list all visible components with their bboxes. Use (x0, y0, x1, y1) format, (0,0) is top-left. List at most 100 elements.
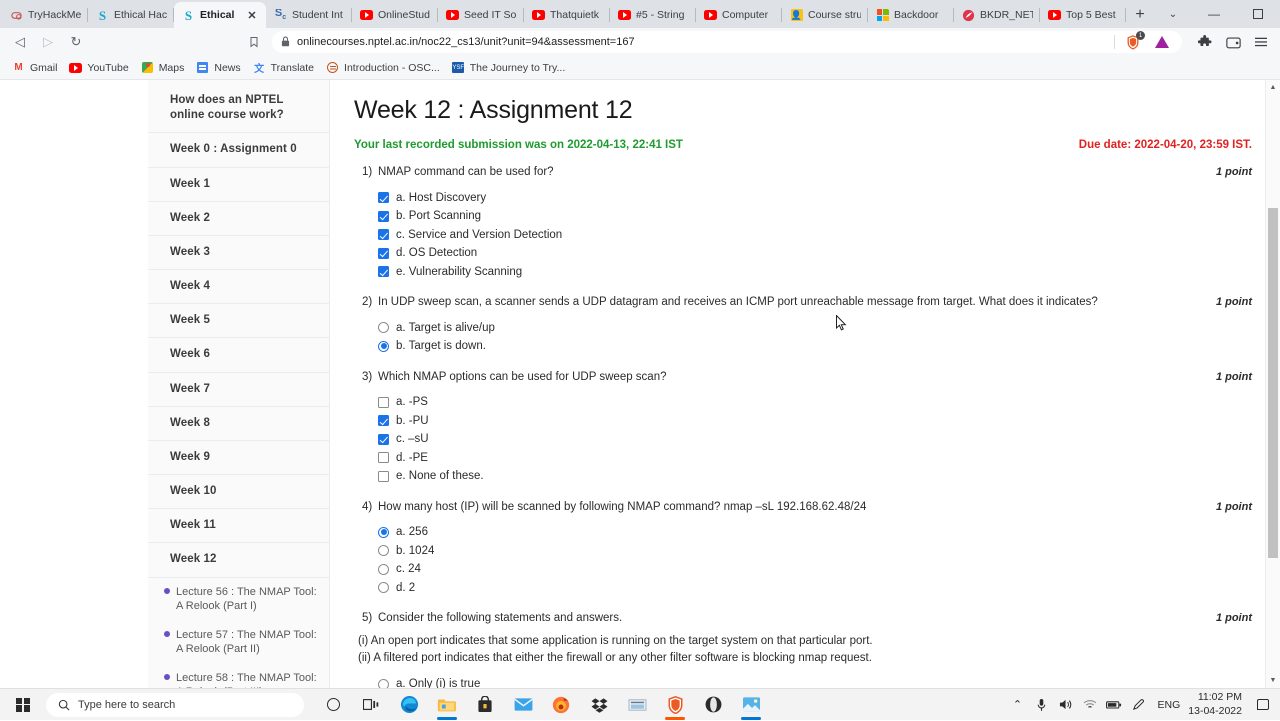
option-row[interactable]: c. Service and Version Detection (378, 226, 1252, 245)
option-checkbox[interactable] (378, 247, 389, 259)
sidebar-lecture-item[interactable]: Lecture 57 : The NMAP Tool: A Relook (Pa… (148, 621, 329, 664)
bookmark-item[interactable]: Maps (137, 61, 193, 74)
maximize-button[interactable] (1236, 0, 1280, 28)
bookmark-star-icon[interactable] (240, 36, 268, 48)
bookmark-item[interactable]: M Gmail (8, 61, 65, 74)
option-radio[interactable] (378, 340, 389, 352)
battery-icon[interactable] (1102, 689, 1126, 721)
browser-tab[interactable]: Sc Student Int (266, 2, 352, 28)
scrollbar-thumb[interactable] (1268, 208, 1278, 558)
notification-icon[interactable] (1250, 689, 1276, 721)
brave-shield-icon[interactable]: 1 (1122, 31, 1145, 53)
option-checkbox[interactable] (378, 452, 389, 464)
wifi-icon[interactable] (1078, 689, 1102, 721)
sidebar-item[interactable]: Week 4 (148, 270, 329, 305)
option-checkbox[interactable] (378, 266, 389, 278)
sidebar-lecture-item[interactable]: Lecture 58 : The NMAP Tool: A Relook (Pa… (148, 664, 329, 688)
bookmark-item[interactable]: Introduction - OSC... (322, 61, 448, 74)
option-row[interactable]: a. Only (i) is true (378, 675, 1252, 688)
sidebar-item[interactable]: Week 12 (148, 543, 329, 578)
browser-tab[interactable]: Computer (696, 2, 782, 28)
browser-tab[interactable]: Thatquietk (524, 2, 610, 28)
browser-tab[interactable]: #5 - String (610, 2, 696, 28)
option-row[interactable]: d. -PE (378, 449, 1252, 468)
page-scrollbar[interactable]: ▲ ▼ (1265, 80, 1280, 688)
option-checkbox[interactable] (378, 396, 389, 408)
option-radio[interactable] (378, 322, 389, 334)
task-view-icon[interactable] (352, 689, 390, 721)
option-row[interactable]: a. 256 (378, 523, 1252, 542)
option-radio[interactable] (378, 545, 389, 557)
scroll-down-arrow[interactable]: ▼ (1266, 673, 1280, 688)
browser-tab-active[interactable]: S Ethical ✕ (174, 2, 266, 28)
option-checkbox[interactable] (378, 470, 389, 482)
option-row[interactable]: d. OS Detection (378, 244, 1252, 263)
option-checkbox[interactable] (378, 229, 389, 241)
browser-tab[interactable]: Seed IT Sol (438, 2, 524, 28)
option-checkbox[interactable] (378, 415, 389, 427)
option-checkbox[interactable] (378, 433, 389, 445)
option-radio[interactable] (378, 526, 389, 538)
wallet-icon[interactable] (1220, 30, 1246, 54)
clock[interactable]: 11:02 PM 13-04-2022 (1188, 691, 1250, 717)
amazon-icon[interactable] (618, 689, 656, 721)
browser-tab[interactable]: Top 5 Best (1040, 2, 1126, 28)
address-bar[interactable]: onlinecourses.nptel.ac.in/noc22_cs13/uni… (272, 31, 1182, 53)
file-explorer-icon[interactable] (428, 689, 466, 721)
sidebar-item[interactable]: Week 11 (148, 509, 329, 544)
option-row[interactable]: a. Target is alive/up (378, 319, 1252, 338)
option-row[interactable]: a. -PS (378, 393, 1252, 412)
option-radio[interactable] (378, 678, 389, 688)
sidebar-item[interactable]: Week 9 (148, 441, 329, 476)
bookmark-item[interactable]: News (192, 61, 248, 74)
option-row[interactable]: b. -PU (378, 412, 1252, 431)
sidebar-item[interactable]: Week 0 : Assignment 0 (148, 133, 329, 168)
pen-icon[interactable] (1126, 689, 1150, 721)
option-checkbox[interactable] (378, 192, 389, 204)
browser-tab[interactable]: S Ethical Hac (88, 2, 174, 28)
bookmark-item[interactable]: YouTube (65, 61, 136, 74)
browser-tab[interactable]: TryHackMe (2, 2, 88, 28)
volume-icon[interactable] (1054, 689, 1078, 721)
sidebar-item[interactable]: Week 2 (148, 202, 329, 236)
sidebar-item[interactable]: How does an NPTEL online course work? (148, 84, 329, 134)
option-row[interactable]: b. 1024 (378, 542, 1252, 561)
tab-search-button[interactable]: ⌄ (1154, 0, 1192, 28)
mic-icon[interactable] (1030, 689, 1054, 721)
sidebar-item[interactable]: Week 8 (148, 407, 329, 441)
option-row[interactable]: c. –sU (378, 430, 1252, 449)
back-button[interactable]: ◁ (6, 30, 34, 54)
option-radio[interactable] (378, 563, 389, 575)
sidebar-item[interactable]: Week 1 (148, 168, 329, 202)
browser-tab[interactable]: Backdoor (868, 2, 954, 28)
option-radio[interactable] (378, 582, 389, 594)
sidebar-item[interactable]: Week 7 (148, 373, 329, 407)
show-hidden-icons-button[interactable]: ⌃ (1006, 689, 1030, 721)
option-row[interactable]: d. 2 (378, 579, 1252, 598)
option-row[interactable]: c. 24 (378, 560, 1252, 579)
option-row[interactable]: a. Host Discovery (378, 189, 1252, 208)
mail-icon[interactable] (504, 689, 542, 721)
sidebar-item[interactable]: Week 5 (148, 304, 329, 339)
start-button[interactable] (0, 689, 46, 721)
cortana-icon[interactable] (314, 689, 352, 721)
browser-tab[interactable]: BKDR_NET (954, 2, 1040, 28)
reload-button[interactable]: ↻ (62, 30, 90, 54)
bookmark-item[interactable]: YSF The Journey to Try... (448, 61, 574, 74)
extensions-icon[interactable] (1192, 30, 1218, 54)
browser-menu-icon[interactable] (1248, 30, 1274, 54)
option-row[interactable]: b. Port Scanning (378, 207, 1252, 226)
browser-tab[interactable]: 👤 Course stru (782, 2, 868, 28)
sidebar-lecture-item[interactable]: Lecture 56 : The NMAP Tool: A Relook (Pa… (148, 578, 329, 621)
grammarly-icon[interactable] (1151, 31, 1173, 53)
browser-tab[interactable]: OnlineStud (352, 2, 438, 28)
dropbox-icon[interactable] (580, 689, 618, 721)
photos-icon[interactable] (732, 689, 770, 721)
edge-icon[interactable] (390, 689, 428, 721)
sidebar-item[interactable]: Week 3 (148, 236, 329, 271)
option-row[interactable]: e. None of these. (378, 467, 1252, 486)
language-indicator[interactable]: ENG (1150, 699, 1189, 711)
store-icon[interactable] (466, 689, 504, 721)
firefox-icon[interactable] (542, 689, 580, 721)
opera-icon[interactable] (694, 689, 732, 721)
